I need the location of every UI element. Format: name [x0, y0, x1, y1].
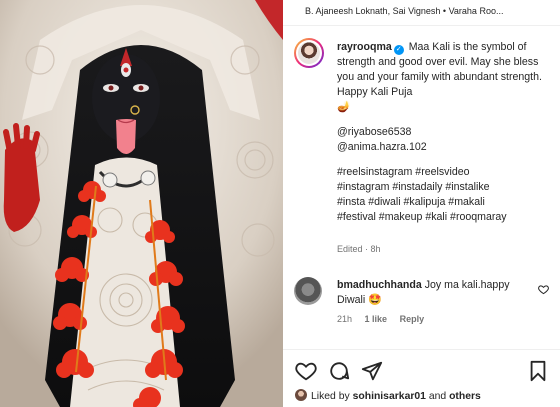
mention-link[interactable]: @anima.hazra.102	[337, 140, 555, 155]
mention-link[interactable]: @riyabose6538	[337, 125, 555, 140]
author-avatar-image	[298, 42, 320, 64]
hashtag-line[interactable]: #festival #makeup #kali #rooqmaray	[337, 210, 555, 225]
reply-button[interactable]: Reply	[400, 314, 425, 324]
likes-and: and	[428, 391, 447, 402]
heart-icon[interactable]	[295, 360, 317, 382]
post-image[interactable]	[0, 0, 283, 407]
verified-badge-icon: ✓	[393, 45, 404, 55]
mentions: @riyabose6538 @anima.hazra.102	[337, 125, 555, 155]
post-edited-time: Edited · 8h	[337, 244, 381, 254]
header-divider	[283, 25, 560, 26]
commenter-username[interactable]: bmadhuchhanda	[337, 279, 422, 291]
comment-like-heart-icon[interactable]	[538, 284, 549, 295]
kali-idol-illustration	[0, 0, 283, 407]
liker-username[interactable]: sohinisarkar01	[353, 391, 426, 402]
comment-meta: 21h 1 like Reply	[337, 314, 434, 324]
comment: bmadhuchhanda Joy ma kali.happy Diwali 🤩	[337, 278, 527, 308]
audio-attribution[interactable]: B. Ajaneesh Loknath, Sai Vignesh • Varah…	[305, 6, 555, 16]
hashtag-line[interactable]: #instagram #instadaily #instalike	[337, 180, 555, 195]
post-caption: rayrooqma ✓ Maa Kali is the symbol of str…	[337, 40, 555, 225]
comment-like-count[interactable]: 1 like	[365, 314, 388, 324]
diya-emoji: 🪔	[337, 101, 351, 113]
bookmark-icon[interactable]	[527, 360, 549, 382]
comment-time: 21h	[337, 314, 353, 324]
hashtag-line[interactable]: #reelsinstagram #reelsvideo	[337, 165, 555, 180]
author-username[interactable]: rayrooqma	[337, 41, 392, 53]
hashtags: #reelsinstagram #reelsvideo #instagram #…	[337, 165, 555, 225]
likes-summary[interactable]: Liked by sohinisarkar01 and others	[295, 389, 557, 402]
send-icon[interactable]	[361, 360, 383, 382]
hashtag-line[interactable]: #insta #diwali #kalipuja #makali	[337, 195, 555, 210]
author-avatar[interactable]	[294, 38, 324, 68]
likes-others[interactable]: others	[449, 391, 481, 402]
actions-divider	[283, 349, 560, 350]
star-struck-emoji: 🤩	[368, 294, 382, 306]
liker-avatar	[295, 389, 307, 401]
commenter-avatar[interactable]	[294, 277, 322, 305]
comment-icon[interactable]	[328, 360, 350, 382]
post-panel: B. Ajaneesh Loknath, Sai Vignesh • Varah…	[283, 0, 560, 407]
likes-prefix: Liked by	[311, 391, 350, 402]
